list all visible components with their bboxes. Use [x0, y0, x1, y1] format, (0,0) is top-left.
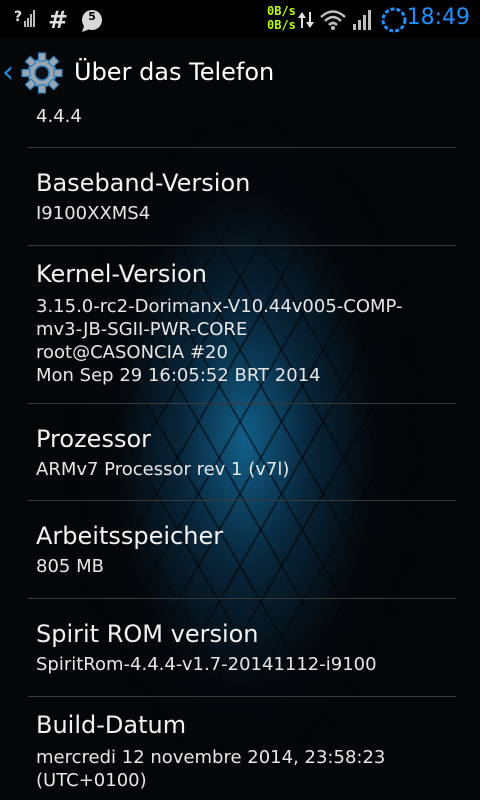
- list-item-baseband[interactable]: Baseband-Version I9100XXMS4: [36, 168, 466, 225]
- net-speed-up: 0B/s: [267, 4, 296, 18]
- item-value: ARMv7 Processor rev 1 (v7l): [36, 459, 290, 480]
- item-title: Spirit ROM version: [36, 620, 259, 648]
- sync-circle-icon: [380, 6, 408, 38]
- item-title: Kernel-Version: [36, 260, 207, 288]
- divider: [28, 598, 456, 599]
- list-item-processor[interactable]: Prozessor ARMv7 Processor rev 1 (v7l): [36, 424, 466, 481]
- item-title: Baseband-Version: [36, 169, 251, 197]
- list-item-build-date[interactable]: Build-Datum mercredi 12 novembre 2014, 2…: [36, 710, 466, 792]
- signal-unknown-icon: ?: [14, 7, 36, 34]
- item-title: Prozessor: [36, 425, 151, 453]
- item-value: 805 MB: [36, 556, 104, 577]
- item-title: Build-Datum: [36, 711, 187, 739]
- chat-bubble-icon: 5: [80, 9, 104, 32]
- status-bar: ? # 5 0B/s 0B/s 18:49: [0, 0, 480, 38]
- net-speed: 0B/s 0B/s: [267, 4, 296, 32]
- action-bar[interactable]: ‹ Über das Telefon: [0, 38, 480, 106]
- chevron-left-icon[interactable]: ‹: [2, 58, 14, 88]
- list-item-memory[interactable]: Arbeitsspeicher 805 MB: [36, 521, 466, 578]
- data-arrows-icon: [298, 10, 314, 34]
- divider: [28, 147, 456, 148]
- item-value: mercredi 12 novembre 2014, 23:58:23 (UTC…: [36, 747, 386, 791]
- page-title: Über das Telefon: [74, 58, 275, 86]
- item-value: 3.15.0-rc2-Dorimanx-V10.44v005-COMP- mv3…: [36, 296, 403, 386]
- divider: [28, 500, 456, 501]
- hash-icon: #: [48, 6, 69, 34]
- wifi-icon: [320, 9, 346, 35]
- signal-bars-icon: [352, 9, 374, 35]
- net-speed-down: 0B/s: [267, 18, 296, 32]
- divider: [28, 245, 456, 246]
- item-value: I9100XXMS4: [36, 203, 151, 224]
- divider: [28, 696, 456, 697]
- svg-text:?: ?: [14, 9, 22, 25]
- item-title: Arbeitsspeicher: [36, 522, 224, 550]
- item-value: SpiritRom-4.4.4-v1.7-20141112-i9100: [36, 654, 377, 675]
- divider: [28, 403, 456, 404]
- list-item-kernel[interactable]: Kernel-Version 3.15.0-rc2-Dorimanx-V10.4…: [36, 259, 466, 387]
- clock: 18:49: [406, 5, 470, 30]
- top-version-value: 4.4.4: [36, 106, 82, 127]
- list-item-spirit-rom[interactable]: Spirit ROM version SpiritRom-4.4.4-v1.7-…: [36, 619, 466, 676]
- notification-count: 5: [88, 10, 96, 23]
- gear-icon[interactable]: [16, 50, 66, 96]
